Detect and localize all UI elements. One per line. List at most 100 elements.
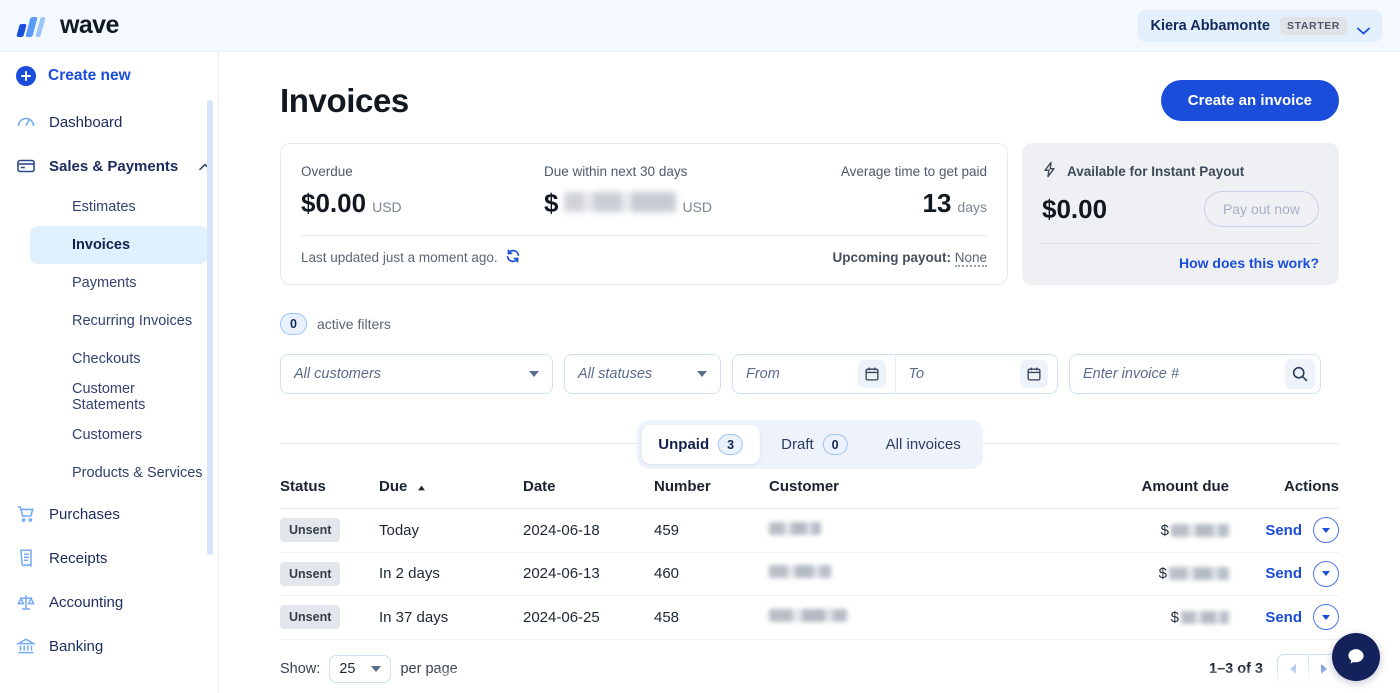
- sidebar-scrollbar[interactable]: [207, 100, 213, 555]
- per-page-value: 25: [339, 660, 356, 677]
- redacted-customer-name: [769, 608, 847, 622]
- calendar-icon[interactable]: [1020, 360, 1048, 388]
- per-page-control: Show: 25 per page: [280, 654, 458, 683]
- sidebar-item-sales-payments[interactable]: Sales & Payments: [0, 144, 218, 188]
- column-header-due-label: Due: [379, 478, 408, 495]
- sidebar-item-checkouts[interactable]: Checkouts: [30, 340, 208, 378]
- sidebar-item-invoices[interactable]: Invoices: [30, 226, 208, 264]
- stat-due-30-prefix: $: [544, 188, 559, 218]
- invoice-tabs: Unpaid 3 Draft 0 All invoices: [636, 420, 983, 469]
- app-root: wave Kiera Abbamonte STARTER Create new …: [0, 0, 1400, 693]
- chevron-down-icon: [529, 371, 539, 377]
- upcoming-payout-label: Upcoming payout:: [832, 250, 951, 265]
- sidebar-item-customers[interactable]: Customers: [30, 416, 208, 454]
- refresh-icon[interactable]: [505, 248, 521, 267]
- bank-icon: [15, 636, 37, 656]
- table-row[interactable]: Unsent In 37 days 2024-06-25 458 $ Send: [280, 596, 1339, 640]
- sidebar-item-purchases[interactable]: Purchases: [0, 492, 218, 536]
- create-an-invoice-button[interactable]: Create an invoice: [1160, 80, 1339, 121]
- cell-due: In 2 days: [379, 565, 440, 583]
- per-page-select[interactable]: 25: [329, 654, 392, 683]
- top-bar: wave Kiera Abbamonte STARTER: [0, 0, 1400, 52]
- sidebar-item-estimates[interactable]: Estimates: [30, 188, 208, 226]
- table-footer: Show: 25 per page 1–3 of 3: [280, 653, 1339, 684]
- tab-draft-label: Draft: [781, 436, 814, 453]
- sidebar-item-receipts[interactable]: Receipts: [0, 536, 218, 580]
- chat-bubble-icon[interactable]: [1332, 633, 1380, 681]
- invoices-table: Status Due Date Number Customer Amount d…: [280, 478, 1339, 640]
- cell-status: Unsent: [280, 561, 379, 586]
- create-new-button[interactable]: Create new: [0, 52, 218, 100]
- redacted-amount: [1171, 523, 1229, 537]
- sidebar-label-customers: Customers: [72, 427, 143, 443]
- cell-date: 2024-06-25: [523, 608, 600, 626]
- date-to-field[interactable]: To: [894, 355, 1058, 393]
- main-content: Invoices Create an invoice Overdue $0.00…: [219, 52, 1400, 693]
- column-header-amount-due[interactable]: Amount due: [1014, 478, 1230, 495]
- sidebar-item-recurring-invoices[interactable]: Recurring Invoices: [30, 302, 208, 340]
- sidebar-label-banking: Banking: [49, 637, 104, 655]
- status-filter-select[interactable]: All statuses: [564, 354, 721, 394]
- table-row[interactable]: Unsent Today 2024-06-18 459 $ Send: [280, 509, 1339, 553]
- sidebar-item-accounting[interactable]: Accounting: [0, 580, 218, 624]
- last-updated: Last updated just a moment ago.: [301, 248, 521, 267]
- column-header-due[interactable]: Due: [379, 478, 523, 495]
- search-icon[interactable]: [1285, 359, 1315, 389]
- instant-payout-row: $0.00 Pay out now: [1042, 191, 1319, 227]
- send-button[interactable]: Send: [1265, 565, 1302, 582]
- invoice-search-input[interactable]: [1070, 366, 1285, 382]
- stat-overdue-currency: USD: [372, 199, 402, 215]
- create-new-label: Create new: [48, 67, 131, 84]
- show-label: Show:: [280, 660, 321, 677]
- wave-logo[interactable]: wave: [0, 11, 119, 40]
- chevron-down-icon: [371, 665, 382, 672]
- sidebar-item-products-services[interactable]: Products & Services: [30, 454, 208, 492]
- column-header-customer[interactable]: Customer: [769, 478, 1014, 495]
- caret-left-icon[interactable]: [1278, 655, 1308, 683]
- caret-down-icon[interactable]: [1313, 517, 1339, 544]
- stat-overdue-amount: $0.00: [301, 188, 367, 218]
- per-page-label: per page: [400, 660, 458, 677]
- how-does-this-work-link[interactable]: How does this work?: [1042, 244, 1319, 271]
- column-header-status[interactable]: Status: [280, 478, 379, 495]
- cell-due: Today: [379, 521, 420, 539]
- caret-down-icon[interactable]: [1313, 560, 1339, 587]
- sidebar-item-customer-statements[interactable]: Customer Statements: [30, 378, 208, 416]
- sidebar-label-accounting: Accounting: [49, 593, 124, 611]
- upcoming-payout-value[interactable]: None: [954, 250, 987, 267]
- sidebar-item-payments[interactable]: Payments: [30, 264, 208, 302]
- active-filters-summary: 0 active filters: [280, 313, 1339, 335]
- scales-icon: [16, 592, 36, 612]
- cell-status: Unsent: [280, 518, 379, 543]
- tab-all-invoices[interactable]: All invoices: [869, 427, 978, 462]
- instant-payout-amount: $0.00: [1042, 193, 1108, 224]
- last-updated-label: Last updated just a moment ago.: [301, 250, 498, 265]
- tab-unpaid[interactable]: Unpaid 3: [641, 425, 761, 464]
- amount-prefix: $: [1170, 608, 1179, 626]
- send-button[interactable]: Send: [1265, 522, 1302, 539]
- lightning-icon: [1042, 161, 1057, 181]
- column-header-date[interactable]: Date: [523, 478, 654, 495]
- cell-amount-due: $: [1014, 609, 1229, 626]
- column-header-number[interactable]: Number: [654, 478, 769, 495]
- sidebar-item-banking[interactable]: Banking: [0, 624, 218, 668]
- stat-overdue-value: $0.00 USD: [301, 188, 544, 219]
- table-body: Unsent Today 2024-06-18 459 $ Send Unsen…: [280, 509, 1339, 640]
- user-menu[interactable]: Kiera Abbamonte STARTER: [1138, 9, 1382, 42]
- calendar-icon[interactable]: [857, 360, 886, 388]
- caret-down-icon[interactable]: [1313, 604, 1339, 631]
- customer-filter-select[interactable]: All customers: [280, 354, 553, 394]
- pagination-buttons: [1277, 653, 1339, 684]
- date-from-field[interactable]: From: [733, 355, 895, 393]
- pay-out-now-button[interactable]: Pay out now: [1203, 191, 1319, 227]
- receipt-icon: [16, 548, 36, 568]
- stat-average-time-number: 13: [922, 188, 952, 218]
- send-button[interactable]: Send: [1265, 609, 1302, 626]
- tab-draft[interactable]: Draft 0: [764, 425, 865, 464]
- table-row[interactable]: Unsent In 2 days 2024-06-13 460 $ Send: [280, 553, 1339, 596]
- date-range-filter: From To: [732, 354, 1058, 394]
- chevron-down-icon: [697, 371, 707, 377]
- stat-due-30-currency: USD: [682, 199, 713, 215]
- invoice-summary-card: Overdue $0.00 USD Due within next 30 day…: [280, 143, 1008, 285]
- sidebar-item-dashboard[interactable]: Dashboard: [0, 100, 218, 144]
